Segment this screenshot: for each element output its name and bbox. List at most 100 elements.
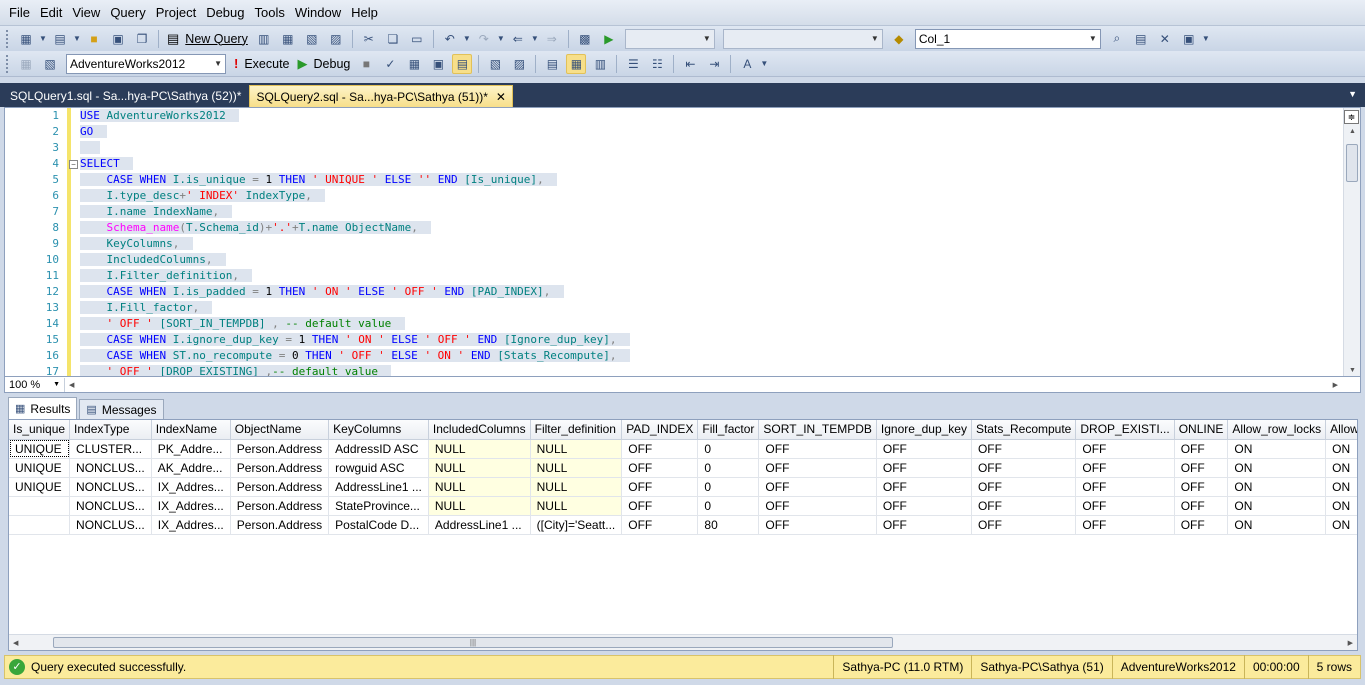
properties-icon[interactable]: ▤ [1131, 29, 1151, 49]
grid-cell[interactable]: OFF [1075, 515, 1175, 535]
grid-cell[interactable]: rowguid ASC [328, 458, 429, 478]
chevron-down-icon[interactable]: ▼ [1201, 29, 1211, 49]
increase-indent-icon[interactable]: ⇥ [704, 54, 724, 74]
code-area[interactable]: USE AdventureWorks2012 GO SELECT CASE WH… [80, 108, 1340, 376]
column-header[interactable]: IndexType [69, 420, 152, 440]
grid-cell[interactable]: NONCLUS... [69, 496, 152, 516]
grid-cell[interactable]: AddressLine1 ... [328, 477, 429, 497]
query-designer-icon[interactable]: ▣ [428, 54, 448, 74]
database-engine-query-icon[interactable]: ▥ [254, 29, 274, 49]
column-header[interactable]: Is_unique [9, 420, 71, 440]
chevron-down-icon[interactable]: ▼ [496, 29, 506, 49]
column-header[interactable]: Allow_row_locks [1227, 420, 1327, 440]
grid-cell[interactable]: OFF [621, 458, 699, 478]
grid-cell[interactable]: OFF [1075, 496, 1175, 516]
scroll-left-icon[interactable]: ◀ [13, 639, 18, 647]
add-item-icon[interactable]: ▤ [50, 29, 70, 49]
execute-button[interactable]: ! Execute [230, 54, 294, 74]
column-header[interactable]: Fill_factor [697, 420, 760, 440]
menu-project[interactable]: Project [151, 1, 201, 24]
grid-cell[interactable]: OFF [876, 477, 972, 497]
navigate-forward-icon[interactable]: ⇒ [542, 29, 562, 49]
close-icon[interactable]: ✕ [496, 90, 506, 104]
grid-cell[interactable]: Person.Address [230, 477, 330, 497]
menu-view[interactable]: View [67, 1, 105, 24]
column-header[interactable]: IndexName [151, 420, 231, 440]
display-estimated-plan-icon[interactable]: ▦ [404, 54, 424, 74]
results-to-grid-icon[interactable]: ▦ [566, 53, 587, 74]
grid-cell[interactable]: IX_Addres... [151, 515, 231, 535]
start-debugging-icon[interactable]: ▶ [599, 29, 619, 49]
grid-cell[interactable]: NULL [428, 496, 531, 516]
scroll-up-icon[interactable]: ▲ [1349, 128, 1356, 135]
intellisense-icon[interactable]: ▤ [452, 53, 473, 74]
tab-results[interactable]: ▦ Results [8, 397, 78, 419]
grid-cell[interactable]: PostalCode D... [328, 515, 429, 535]
open-folder-icon[interactable]: ■ [84, 29, 104, 49]
grid-cell[interactable]: OFF [1174, 439, 1229, 459]
results-grid[interactable]: Is_unique IndexType IndexName ObjectName Key… [8, 419, 1358, 651]
grid-horizontal-scrollbar[interactable]: ◀ ||| ▶ [9, 634, 1357, 650]
registered-servers-icon[interactable]: ▣ [1179, 29, 1199, 49]
chevron-down-icon[interactable]: ▼ [759, 54, 769, 74]
analysis-dmx-query-icon[interactable]: ▧ [302, 29, 322, 49]
new-project-icon[interactable]: ▦ [16, 29, 36, 49]
grid-cell[interactable]: ON [1325, 439, 1357, 459]
grid-cell[interactable]: OFF [971, 496, 1077, 516]
actual-plan-icon[interactable]: ▧ [485, 54, 505, 74]
find-in-files-icon[interactable]: ◆ [889, 29, 909, 49]
column-header[interactable]: Allow_page_locks [1325, 420, 1357, 440]
undo-icon[interactable]: ↶ [440, 29, 460, 49]
grid-cell[interactable]: ON [1325, 458, 1357, 478]
scroll-down-icon[interactable]: ▼ [1349, 367, 1356, 374]
grid-cell[interactable]: ([City]='Seatt... [530, 515, 623, 535]
results-to-text-icon[interactable]: ▤ [542, 54, 562, 74]
column-header[interactable]: PAD_INDEX [621, 420, 699, 440]
grid-cell[interactable]: NONCLUS... [69, 458, 152, 478]
column-header[interactable]: KeyColumns [328, 420, 429, 440]
tab-sqlquery1[interactable]: SQLQuery1.sql - Sa...hya-PC\Sathya (52))… [4, 85, 247, 107]
grid-cell[interactable]: OFF [758, 496, 877, 516]
column-header[interactable]: DROP_EXISTI... [1075, 420, 1175, 440]
editor-scroll-thumb[interactable] [1346, 144, 1358, 182]
column-header[interactable]: Stats_Recompute [971, 420, 1077, 440]
grid-cell[interactable]: IX_Addres... [151, 477, 231, 497]
grid-cell[interactable]: OFF [758, 477, 877, 497]
grid-cell[interactable]: 0 [697, 458, 760, 478]
grid-cell[interactable]: UNIQUE [9, 458, 71, 478]
tab-messages[interactable]: ▤ Messages [79, 399, 164, 419]
scroll-right-icon[interactable]: ▶ [1348, 639, 1353, 647]
grid-cell[interactable]: OFF [971, 458, 1077, 478]
query-editor[interactable]: 1 2 3 4 5 6 7 8 9 10 11 12 13 14 15 16 17 − USE Adventur… [4, 107, 1361, 377]
column-header[interactable]: ONLINE [1174, 420, 1229, 440]
find-combo[interactable]: Col_1 ▼ [914, 28, 1101, 49]
parse-icon[interactable]: ✓ [380, 54, 400, 74]
split-handle-icon[interactable]: ≑ [1344, 110, 1359, 124]
grid-cell[interactable]: 80 [697, 515, 760, 535]
grid-cell[interactable]: OFF [971, 439, 1077, 459]
menu-edit[interactable]: Edit [35, 1, 67, 24]
grid-cell[interactable]: NULL [428, 477, 531, 497]
comment-lines-icon[interactable]: ☰ [623, 54, 643, 74]
grid-cell[interactable]: OFF [1075, 477, 1175, 497]
grid-cell[interactable]: Person.Address [230, 496, 330, 516]
grid-cell[interactable]: NULL [428, 439, 531, 459]
grid-cell[interactable]: Person.Address [230, 458, 330, 478]
grid-cell[interactable]: OFF [1174, 496, 1229, 516]
chevron-down-icon[interactable]: ▼ [462, 29, 472, 49]
menu-window[interactable]: Window [290, 1, 346, 24]
debug-button[interactable]: ▶ Debug [294, 54, 355, 74]
grid-cell[interactable]: IX_Addres... [151, 496, 231, 516]
decrease-indent-icon[interactable]: ⇤ [680, 54, 700, 74]
grid-cell[interactable]: Person.Address [230, 515, 330, 535]
results-to-file-icon[interactable]: ▥ [590, 54, 610, 74]
grid-cell[interactable]: ON [1227, 477, 1327, 497]
grid-cell[interactable]: OFF [758, 439, 877, 459]
grid-cell[interactable]: PK_Addre... [151, 439, 231, 459]
menu-tools[interactable]: Tools [250, 1, 290, 24]
editor-vertical-scrollbar[interactable]: ≑ ▲ ▼ [1343, 108, 1360, 376]
zoom-combo[interactable]: 100 % ▼ [5, 377, 65, 392]
column-header[interactable]: ObjectName [230, 420, 330, 440]
grid-cell[interactable]: AK_Addre... [151, 458, 231, 478]
grid-cell[interactable]: OFF [876, 439, 972, 459]
